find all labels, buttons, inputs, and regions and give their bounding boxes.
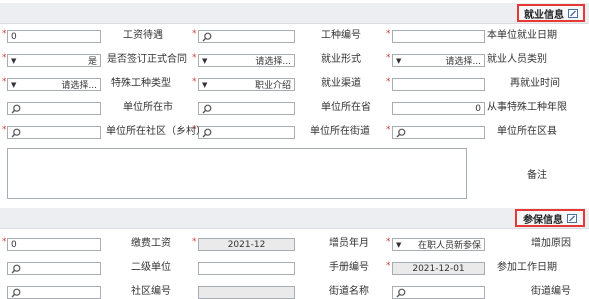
label-remark: 备注 (527, 170, 547, 181)
month-input[interactable]: 2021-12 (198, 238, 295, 251)
label-month: 增员年月 (329, 238, 369, 249)
section-title-text: 参保信息 (523, 214, 563, 226)
insurance-section-header (0, 208, 589, 229)
search-icon[interactable] (11, 104, 21, 114)
street-no-lookup[interactable] (392, 286, 485, 299)
label-reason: 增加原因 (531, 238, 571, 249)
employment-date-input[interactable] (392, 30, 485, 43)
label-person-category: 就业人员类别 (487, 54, 547, 65)
label-base-salary: 缴费工资 (131, 238, 171, 249)
chevron-down-icon: ▼ (396, 56, 402, 65)
label-unit-community: 单位所在社区（乡村） (106, 126, 206, 137)
channel-select[interactable]: ▼ 职业介绍 (198, 78, 295, 91)
chevron-down-icon: ▼ (11, 80, 17, 89)
search-icon[interactable] (202, 32, 212, 42)
label-second-unit: 二级单位 (131, 262, 171, 273)
unit-street-lookup[interactable] (198, 126, 295, 139)
community-no-lookup[interactable] (7, 286, 101, 299)
work-date-input[interactable]: 2021-12-01 (392, 262, 485, 275)
employment-form-select[interactable]: ▼ 请选择... (198, 54, 295, 67)
remark-textarea[interactable] (7, 148, 467, 199)
label-reemployment-time: 再就业时间 (510, 78, 560, 89)
reason-select[interactable]: ▼ 在职人员新参保 (392, 238, 485, 251)
edit-icon (568, 8, 578, 18)
special-job-years-input[interactable]: 0 (392, 102, 485, 115)
label-work-date: 参加工作日期 (497, 262, 557, 273)
search-icon[interactable] (11, 264, 21, 274)
label-channel: 就业渠道 (321, 78, 361, 89)
label-signed-contract: 是否签订正式合同 (107, 54, 187, 65)
salary-input[interactable]: 0 (7, 30, 101, 43)
label-employment-form: 就业形式 (321, 54, 361, 65)
chevron-down-icon: ▼ (11, 56, 17, 65)
label-special-job-years: 从事特殊工种年限 (487, 102, 567, 113)
label-special-job-type: 特殊工种类型 (111, 78, 171, 89)
label-unit-street: 单位所在街道 (310, 126, 370, 137)
special-job-type-select[interactable]: ▼ 请选择... (7, 78, 101, 91)
label-manual-no: 手册编号 (329, 262, 369, 273)
label-community-no: 社区编号 (131, 286, 171, 297)
search-icon[interactable] (396, 288, 406, 298)
edit-icon (567, 213, 577, 223)
label-street-name: 街道名称 (329, 286, 369, 297)
label-unit-county: 单位所在区县 (497, 126, 557, 137)
signed-contract-select[interactable]: ▼ 是 (7, 54, 101, 67)
person-category-select[interactable]: ▼ 请选择... (392, 54, 485, 67)
label-employment-date: 本单位就业日期 (487, 30, 557, 41)
search-icon[interactable] (202, 104, 212, 114)
manual-no-input[interactable] (198, 262, 295, 275)
base-salary-input[interactable]: 0 (7, 238, 101, 251)
search-icon[interactable] (396, 128, 406, 138)
second-unit-lookup[interactable] (7, 262, 101, 275)
unit-county-lookup[interactable] (392, 126, 485, 139)
unit-city-lookup[interactable] (7, 102, 101, 115)
label-salary: 工资待遇 (123, 30, 163, 41)
search-icon[interactable] (11, 288, 21, 298)
street-name-input[interactable] (198, 286, 295, 299)
chevron-down-icon: ▼ (396, 240, 402, 249)
label-street-no: 街道编号 (531, 286, 571, 297)
reemployment-time-input[interactable] (392, 78, 485, 91)
unit-province-lookup[interactable] (198, 102, 295, 115)
label-job-no: 工种编号 (321, 30, 361, 41)
label-unit-city: 单位所在市 (123, 102, 173, 113)
job-no-lookup[interactable] (198, 30, 295, 43)
unit-community-lookup[interactable] (7, 126, 101, 139)
insurance-section-title[interactable]: 参保信息 (515, 209, 585, 227)
label-unit-province: 单位所在省 (321, 102, 371, 113)
chevron-down-icon: ▼ (202, 80, 208, 89)
employment-section-header (0, 3, 589, 24)
employment-section-title[interactable]: 就业信息 (517, 4, 585, 22)
chevron-down-icon: ▼ (202, 56, 208, 65)
section-title-text: 就业信息 (524, 9, 564, 21)
search-icon[interactable] (11, 128, 21, 138)
